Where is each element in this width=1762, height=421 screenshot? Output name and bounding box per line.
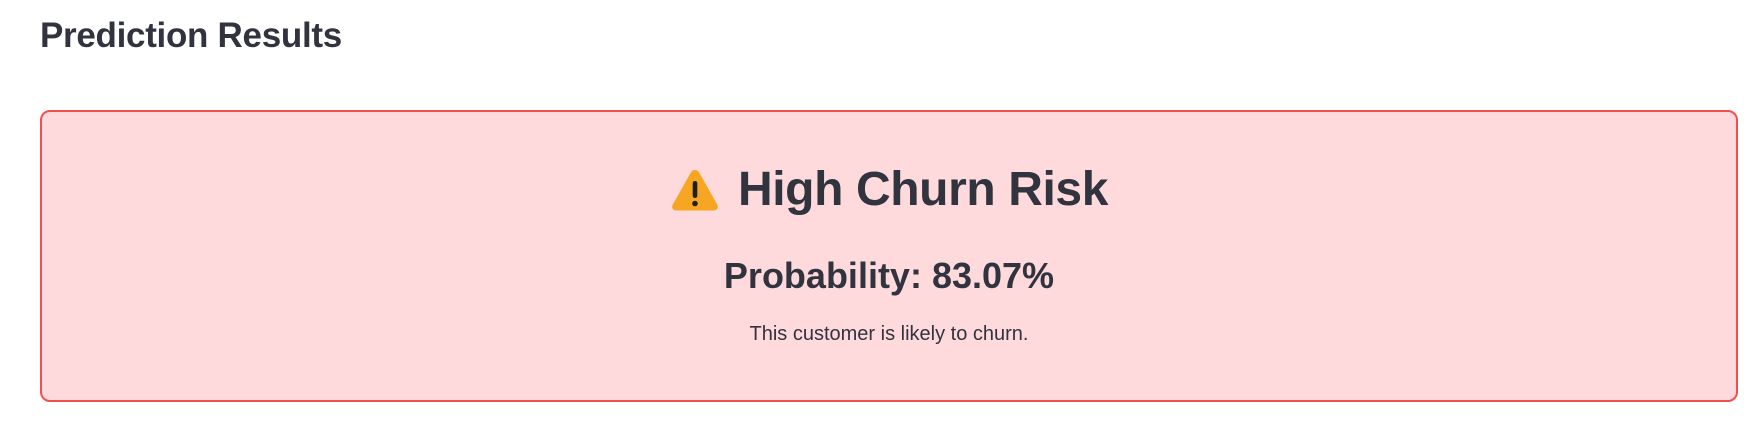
churn-result-card: High Churn Risk Probability: 83.07% This…: [40, 110, 1738, 402]
result-heading-text: High Churn Risk: [737, 163, 1108, 216]
probability-line: Probability: 83.07%: [42, 255, 1736, 297]
probability-label: Probability:: [723, 255, 932, 296]
probability-value: 83.07%: [931, 255, 1055, 296]
warning-icon: [670, 167, 720, 213]
page: Prediction Results High Churn Risk Proba…: [0, 0, 1762, 421]
result-message: This customer is likely to churn.: [749, 323, 1029, 345]
section-title: Prediction Results: [40, 16, 342, 55]
result-heading: High Churn Risk: [42, 162, 1736, 217]
